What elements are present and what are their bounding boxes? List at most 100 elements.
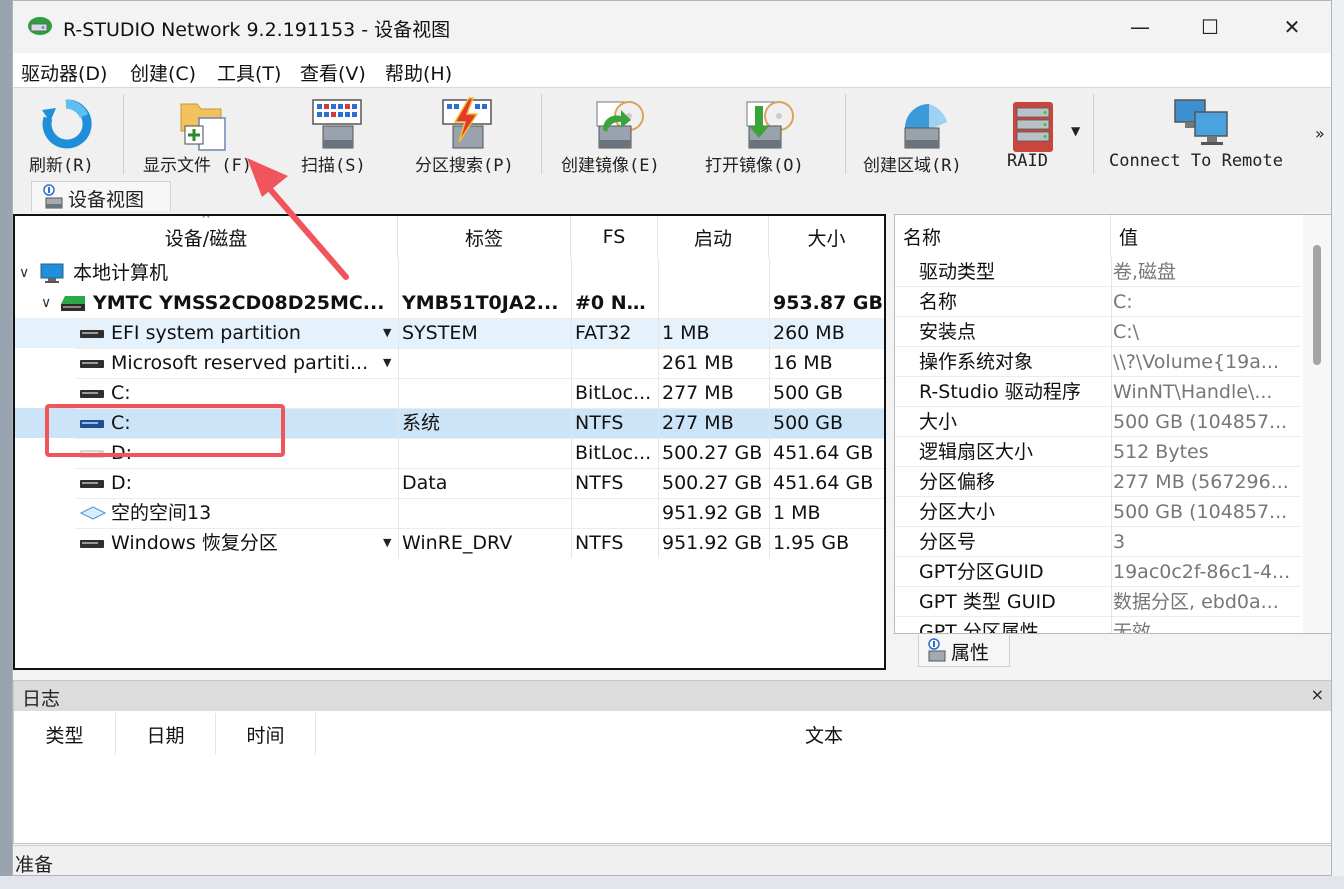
column-header-size[interactable]: 大小 <box>769 216 884 258</box>
expand-collapse-icon[interactable]: ∨ <box>19 258 29 288</box>
tab-properties[interactable]: 属性 <box>918 635 1010 667</box>
property-row[interactable]: 安装点 C:\ <box>895 317 1300 347</box>
tree-row[interactable]: Microsoft reserved partiti... ▼ 261 MB 16 M… <box>15 348 884 378</box>
row-dropdown-icon[interactable]: ▼ <box>383 318 391 348</box>
cell-size: 500 GB <box>773 382 844 404</box>
tree-row[interactable]: D: Data NTFS 500.27 GB 451.64 GB <box>15 468 884 498</box>
property-value: WinNT\Handle\... <box>1113 381 1273 403</box>
column-divider <box>1111 257 1112 287</box>
cell-size: 260 MB <box>773 322 845 344</box>
column-divider <box>398 258 399 558</box>
tree-row[interactable]: 空的空间13 951.92 GB 1 MB <box>15 498 884 528</box>
column-divider <box>1111 347 1112 377</box>
cell-device: 本地计算机 <box>73 262 169 284</box>
property-value: \\?\Volume{19a... <box>1113 351 1279 373</box>
log-title-bar: 日志 × <box>14 681 1331 711</box>
title-bar[interactable]: R-STUDIO Network 9.2.191153 - 设备视图 — ☐ ✕ <box>13 1 1331 53</box>
connect-remote-button[interactable]: Connect To Remote <box>1103 88 1303 178</box>
properties-scrollbar[interactable] <box>1303 215 1331 633</box>
log-column-time[interactable]: 时间 <box>216 713 316 755</box>
connect-remote-label: Connect To Remote <box>1109 151 1283 171</box>
column-divider <box>1111 497 1112 527</box>
row-dropdown-icon[interactable]: ▼ <box>383 348 391 378</box>
menu-create[interactable]: 创建(C) <box>130 59 196 86</box>
column-divider <box>1111 317 1112 347</box>
window-title: R-STUDIO Network 9.2.191153 - 设备视图 <box>63 19 451 41</box>
property-value: C:\ <box>1113 321 1140 343</box>
property-row[interactable]: 分区偏移 277 MB (567296... <box>895 467 1300 497</box>
column-header-start[interactable]: 启动 <box>658 216 769 258</box>
cell-size: 451.64 GB <box>773 442 874 464</box>
maximize-button[interactable]: ☐ <box>1187 11 1233 43</box>
property-name: 名称 <box>919 291 958 313</box>
create-region-button[interactable]: 创建区域(R) <box>855 88 993 178</box>
partition-search-button[interactable]: 分区搜索(P) <box>401 88 535 178</box>
column-header-device[interactable]: 设备/磁盘 ^ <box>15 216 398 258</box>
log-column-type[interactable]: 类型 <box>14 713 116 755</box>
refresh-button[interactable]: 刷新(R) <box>17 88 115 178</box>
property-row[interactable]: 驱动类型 卷,磁盘 <box>895 257 1300 287</box>
menu-bar: 驱动器(D) 创建(C) 工具(T) 查看(V) 帮助(H) <box>13 53 1331 87</box>
log-close-button[interactable]: × <box>1311 685 1324 704</box>
property-row[interactable]: 大小 500 GB (104857... <box>895 407 1300 437</box>
minimize-button[interactable]: — <box>1117 11 1163 43</box>
property-row[interactable]: GPT分区GUID 19ac0c2f-86c1-4... <box>895 557 1300 587</box>
menu-view[interactable]: 查看(V) <box>300 59 366 86</box>
property-name: 操作系统对象 <box>919 351 1034 373</box>
property-row[interactable]: GPT 类型 GUID 数据分区, ebd0a... <box>895 587 1300 617</box>
cell-fs: NTFS <box>575 412 624 434</box>
cell-fs <box>571 258 658 288</box>
show-files-label: 显示文件 (F) <box>143 156 252 176</box>
cell-start: 500.27 GB <box>662 472 763 494</box>
log-column-text[interactable]: 文本 <box>316 713 1331 755</box>
open-image-button[interactable]: 打开镜像(O) <box>699 88 839 178</box>
property-row[interactable]: 名称 C: <box>895 287 1300 317</box>
property-name: 分区偏移 <box>919 471 996 493</box>
cell-start: 277 MB <box>662 412 734 434</box>
cell-label: Data <box>402 472 448 494</box>
annotation-highlight-box <box>45 404 285 457</box>
raid-button[interactable]: RAID <box>995 88 1071 178</box>
properties-scroll-thumb[interactable] <box>1313 245 1321 365</box>
tree-row[interactable]: EFI system partition ▼ SYSTEM FAT32 1 MB 260 … <box>15 318 884 348</box>
cell-size: 451.64 GB <box>773 472 874 494</box>
column-divider <box>1111 407 1112 437</box>
log-column-date[interactable]: 日期 <box>116 713 216 755</box>
prop-header-value[interactable]: 值 <box>1111 215 1301 257</box>
log-panel: 日志 × 类型 日期 时间 文本 <box>13 680 1331 844</box>
cell-device: EFI system partition <box>111 322 301 344</box>
cell-device: 空的空间13 <box>111 502 212 524</box>
property-row[interactable]: 分区大小 500 GB (104857... <box>895 497 1300 527</box>
column-header-fs[interactable]: FS <box>571 216 658 258</box>
property-row[interactable]: 分区号 3 <box>895 527 1300 557</box>
tree-row[interactable]: ∨ 本地计算机 <box>15 258 884 288</box>
cell-fs: NTFS <box>575 532 624 554</box>
property-row[interactable]: GPT 分区属性 无效 <box>895 617 1300 633</box>
cell-size: 1 MB <box>773 502 821 524</box>
disk-icon <box>59 292 87 318</box>
cell-label <box>398 258 571 288</box>
property-name: 分区号 <box>919 531 977 553</box>
property-row[interactable]: 逻辑扇区大小 512 Bytes <box>895 437 1300 467</box>
show-files-button[interactable]: 显示文件 (F) <box>133 88 271 178</box>
toolbar-overflow-icon[interactable]: » <box>1315 124 1325 143</box>
property-row[interactable]: R-Studio 驱动程序 WinNT\Handle\... <box>895 377 1300 407</box>
close-button[interactable]: ✕ <box>1269 11 1315 43</box>
tree-row[interactable]: Windows 恢复分区 ▼ WinRE_DRV NTFS 951.92 GB 1.95 … <box>15 528 884 558</box>
column-header-label[interactable]: 标签 <box>398 216 571 258</box>
tab-device-view[interactable]: 设备视图 <box>31 181 171 211</box>
expand-collapse-icon[interactable]: ∨ <box>41 288 51 318</box>
menu-drive[interactable]: 驱动器(D) <box>21 59 107 86</box>
scan-button[interactable]: 扫描(S) <box>287 88 387 178</box>
menu-help[interactable]: 帮助(H) <box>385 59 452 86</box>
tree-row[interactable]: ∨ YMTC YMSS2CD08D25MC... YMB51T0JA2... #0 N… <box>15 288 884 318</box>
property-value: 277 MB (567296... <box>1113 471 1289 493</box>
property-row[interactable]: 操作系统对象 \\?\Volume{19a... <box>895 347 1300 377</box>
raid-dropdown-icon[interactable]: ▼ <box>1071 124 1080 138</box>
menu-tools[interactable]: 工具(T) <box>217 59 281 86</box>
column-divider <box>1111 587 1112 617</box>
properties-tab-icon <box>925 638 949 666</box>
row-dropdown-icon[interactable]: ▼ <box>383 528 391 558</box>
create-image-button[interactable]: 创建镜像(E) <box>553 88 687 178</box>
prop-header-name[interactable]: 名称 <box>895 215 1111 257</box>
